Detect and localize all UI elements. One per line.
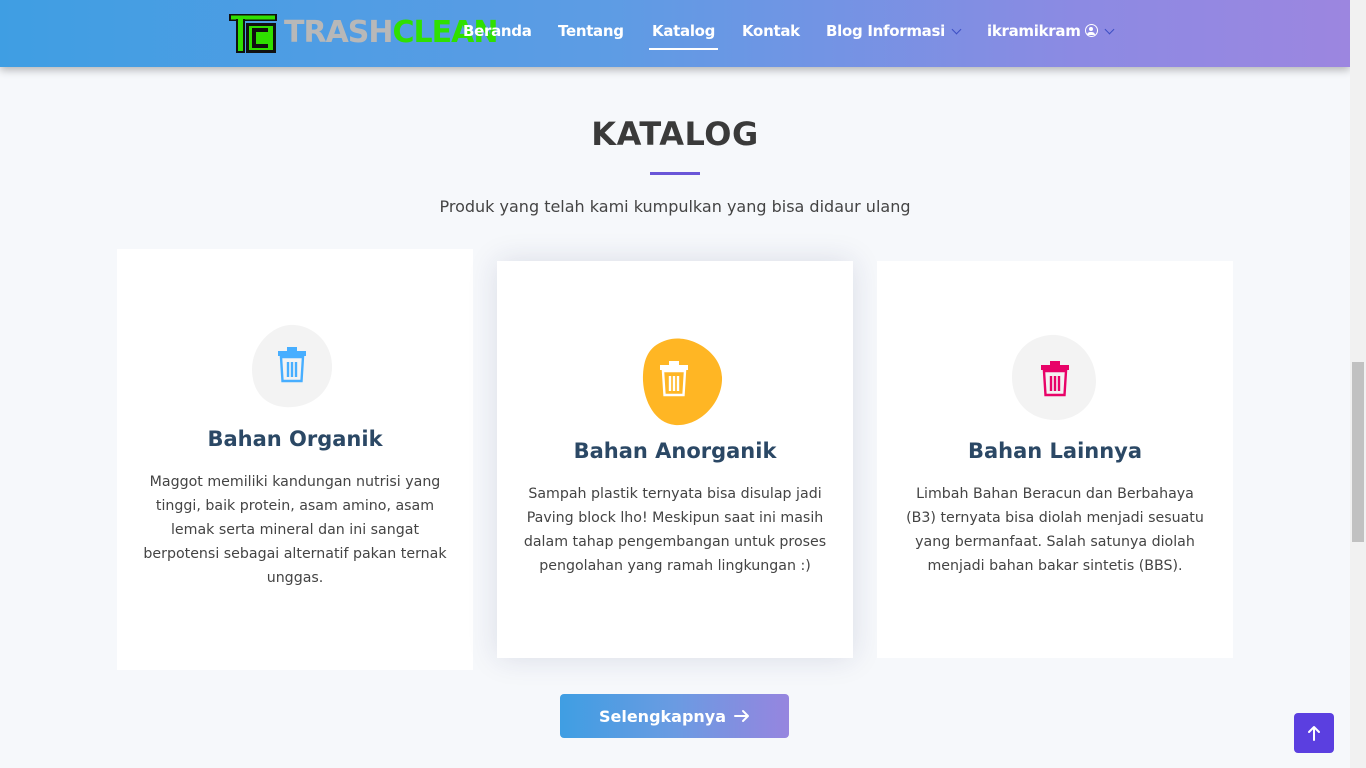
trash-icon xyxy=(1041,361,1069,397)
icon-blob xyxy=(252,324,333,408)
chevron-down-icon xyxy=(1104,24,1114,35)
catalog-card-organik: Bahan Organik Maggot memiliki kandungan … xyxy=(117,249,473,670)
chevron-down-icon xyxy=(951,24,962,35)
site-logo[interactable]: TRASHCLEAN xyxy=(228,13,498,53)
catalog-card-lainnya: Bahan Lainnya Limbah Bahan Beracun dan B… xyxy=(877,261,1233,658)
section-subtitle: Produk yang telah kami kumpulkan yang bi… xyxy=(439,197,911,216)
card-description: Limbah Bahan Beracun dan Berbahaya (B3) … xyxy=(906,486,1204,574)
user-circle-icon xyxy=(1084,24,1098,37)
section-title: KATALOG xyxy=(591,115,759,153)
back-to-top-button[interactable] xyxy=(1294,713,1334,753)
icon-blob xyxy=(642,338,723,426)
selengkapnya-label: Selengkapnya xyxy=(598,706,727,726)
page-scrollbar[interactable] xyxy=(1350,0,1366,768)
nav-username-label: ikramikram xyxy=(987,22,1081,40)
logo-text-trash: TRASH xyxy=(284,15,393,50)
arrow-up-icon xyxy=(1308,726,1320,741)
nav-beranda[interactable]: Beranda xyxy=(463,22,532,40)
nav-katalog[interactable]: Katalog xyxy=(648,22,719,50)
card-description: Sampah plastik ternyata bisa disulap jad… xyxy=(523,486,827,574)
scrollbar-thumb[interactable] xyxy=(1352,362,1364,542)
arrow-right-icon xyxy=(734,710,750,722)
trash-icon xyxy=(278,347,306,383)
nav-user-dropdown[interactable]: ikramikram xyxy=(987,22,1114,40)
card-title: Bahan Anorganik xyxy=(573,439,777,463)
icon-blob xyxy=(1012,334,1096,421)
nav-blog-informasi-label: Blog Informasi xyxy=(826,22,945,40)
top-navbar: TRASHCLEAN Beranda Tentang Katalog Konta… xyxy=(0,0,1350,67)
nav-kontak[interactable]: Kontak xyxy=(742,22,800,40)
selengkapnya-button[interactable]: Selengkapnya xyxy=(560,694,789,738)
card-title: Bahan Lainnya xyxy=(967,439,1143,463)
catalog-card-anorganik: Bahan Anorganik Sampah plastik ternyata … xyxy=(497,261,853,658)
title-underline xyxy=(650,172,700,175)
card-description: Maggot memiliki kandungan nutrisi yang t… xyxy=(143,474,447,586)
trash-icon xyxy=(660,361,688,397)
nav-blog-informasi-dropdown[interactable]: Blog Informasi xyxy=(826,22,962,40)
logo-mark-icon xyxy=(229,14,277,53)
nav-tentang[interactable]: Tentang xyxy=(558,22,624,40)
card-title: Bahan Organik xyxy=(207,427,383,451)
